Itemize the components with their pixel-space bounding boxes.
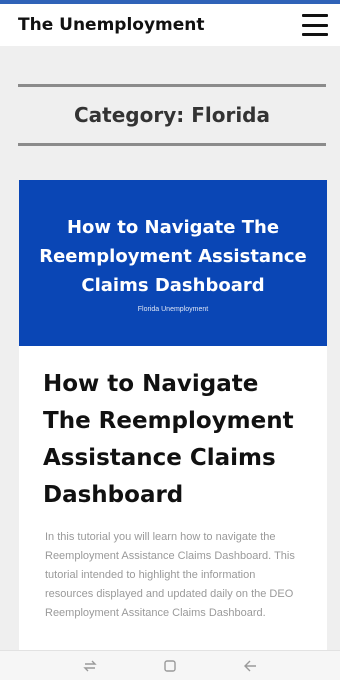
category-header: Category: Florida: [18, 84, 326, 146]
system-navigation-bar: [0, 650, 340, 680]
post-title-link[interactable]: How to Navigate The Reemployment Assista…: [19, 346, 327, 514]
site-title[interactable]: The Unemployment: [18, 15, 205, 35]
site-header: The Unemployment: [0, 4, 340, 46]
category-title: Category: Florida: [73, 103, 270, 127]
recents-icon[interactable]: [79, 655, 101, 677]
post-banner-image[interactable]: How to Navigate The Reemployment Assista…: [19, 180, 327, 346]
home-square-icon[interactable]: [159, 655, 181, 677]
hamburger-menu-icon[interactable]: [302, 14, 328, 36]
banner-subtitle: Florida Unemployment: [137, 306, 209, 313]
banner-title: How to Navigate The Reemployment Assista…: [39, 217, 307, 296]
post-excerpt: In this tutorial you will learn how to n…: [45, 531, 295, 619]
back-arrow-icon[interactable]: [239, 655, 261, 677]
post-card[interactable]: How to Navigate The Reemployment Assista…: [19, 180, 327, 660]
